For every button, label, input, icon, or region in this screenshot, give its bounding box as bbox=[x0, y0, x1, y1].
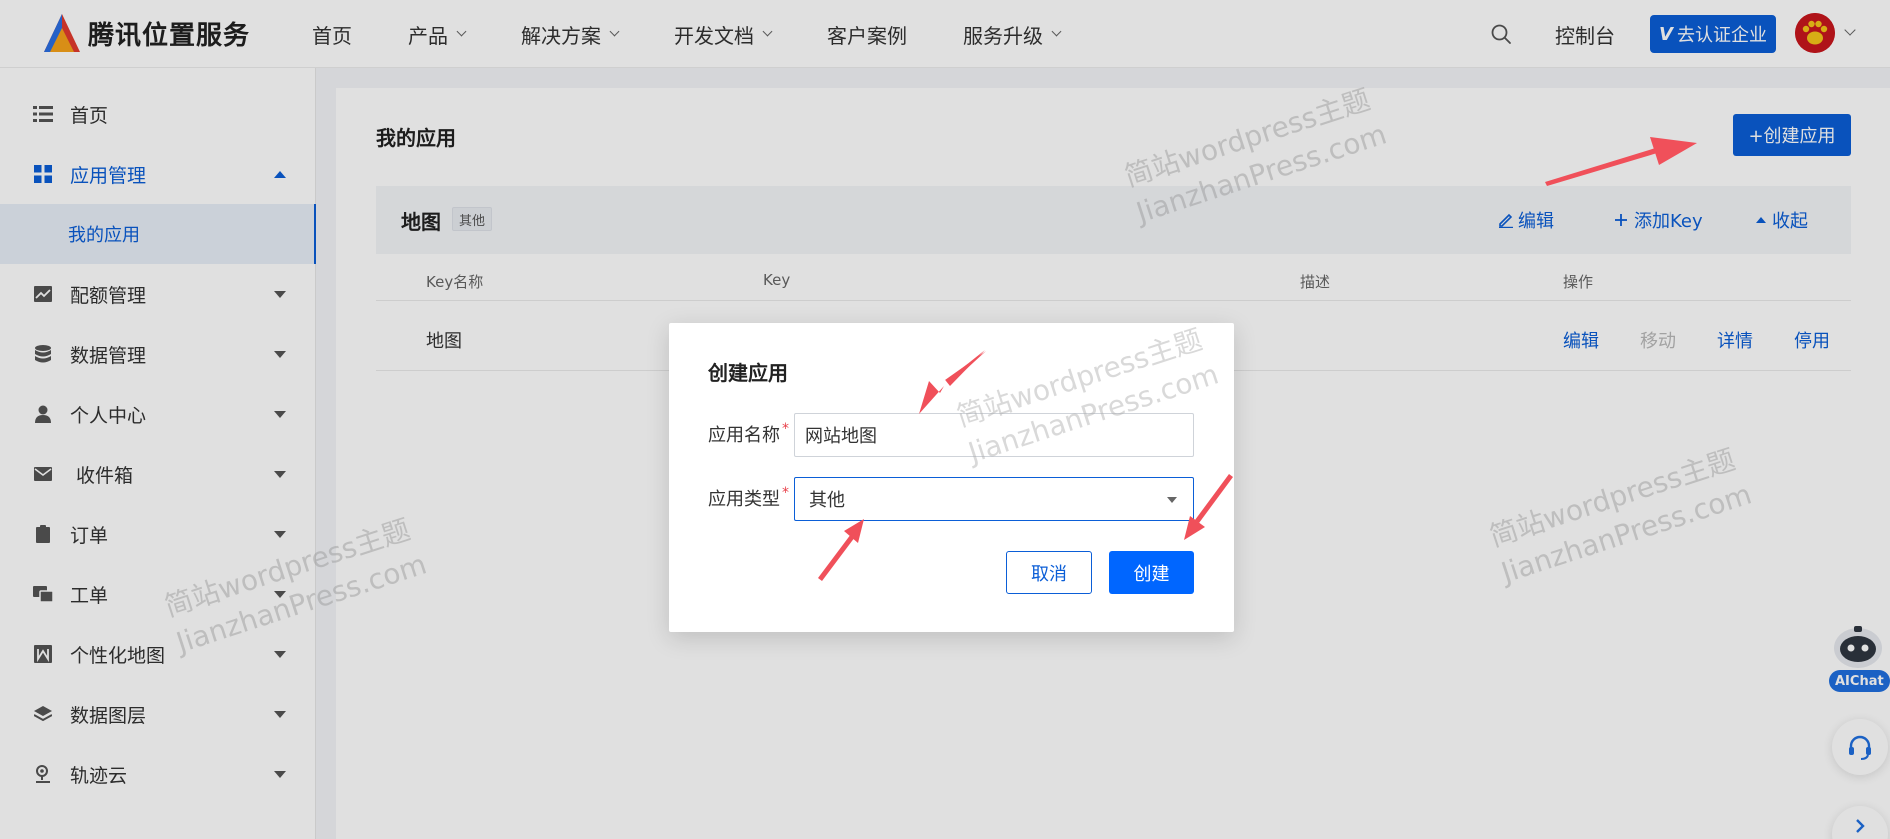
cancel-button[interactable]: 取消 bbox=[1006, 551, 1092, 594]
app-type-value: 其他 bbox=[809, 490, 845, 511]
dialog-title: 创建应用 bbox=[708, 361, 788, 385]
required-mark: * bbox=[782, 421, 789, 437]
app-type-select[interactable]: 其他 bbox=[794, 477, 1194, 521]
app-type-label: 应用类型 * bbox=[708, 485, 789, 510]
create-button[interactable]: 创建 bbox=[1109, 551, 1194, 594]
required-mark: * bbox=[782, 485, 789, 501]
app-name-label: 应用名称 * bbox=[708, 421, 789, 446]
caret-down-icon bbox=[1167, 497, 1177, 503]
